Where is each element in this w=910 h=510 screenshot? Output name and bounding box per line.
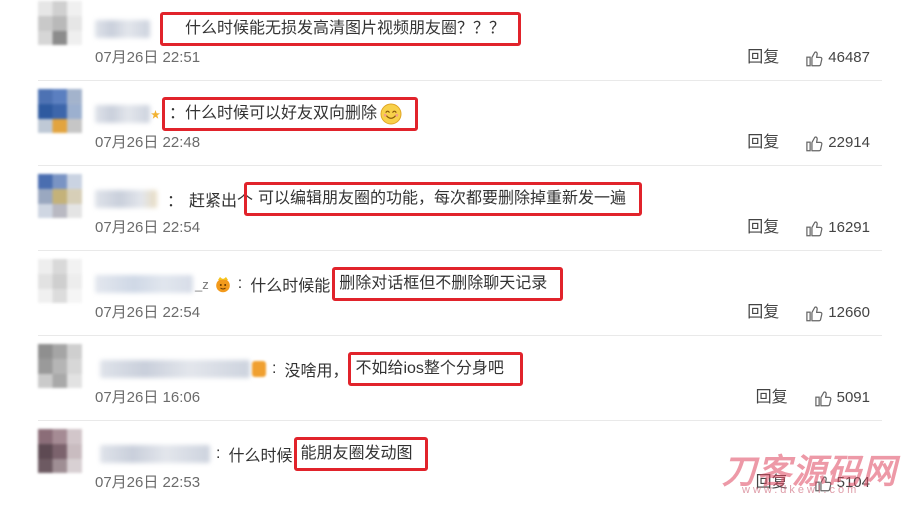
divider xyxy=(38,80,882,81)
comment-text: 什么时候可以好友双向删除 xyxy=(185,105,378,122)
star-badge-icon xyxy=(151,109,160,119)
like-count: 22914 xyxy=(828,134,870,151)
reply-button[interactable]: 回复 xyxy=(756,388,788,408)
divider xyxy=(38,250,882,251)
crown-emoji-icon xyxy=(215,277,230,293)
comment-text: 删除对话框但不删除聊天记录 xyxy=(339,275,548,292)
like-button[interactable]: 16291 xyxy=(805,218,870,238)
thumbs-up-icon xyxy=(805,219,824,238)
avatar[interactable] xyxy=(38,429,82,473)
like-count: 5091 xyxy=(836,389,870,406)
like-count: 46487 xyxy=(828,49,870,66)
comment-text-prefix: 什么时候能 xyxy=(250,278,331,295)
smile-emoji-icon xyxy=(380,103,402,125)
username[interactable] xyxy=(95,105,150,123)
comment-line: : 没啥用， 不如给ios整个分身吧 xyxy=(100,350,523,388)
comment-item: : 没啥用， 不如给ios整个分身吧 07月26日 16:06 回复 5091 xyxy=(0,340,910,425)
thumbs-up-icon xyxy=(805,304,824,323)
highlight-box: 能朋友圈发动图 xyxy=(294,437,429,471)
comment-line: ： 什么时候可以好友双向删除 xyxy=(95,95,419,133)
comment-actions: 回复 16291 xyxy=(747,218,870,238)
username[interactable] xyxy=(95,275,193,293)
like-button[interactable]: 5091 xyxy=(814,388,870,408)
comment-line: ： 赶紧出个 可以编辑朋友圈的功能，每次都要删除掉重新发一遍 xyxy=(95,180,643,218)
comment-text-prefix: 什么时候 xyxy=(228,448,293,465)
thumbs-up-icon xyxy=(814,389,833,408)
reply-button[interactable]: 回复 xyxy=(747,218,779,238)
avatar[interactable] xyxy=(38,344,82,388)
like-button[interactable]: 22914 xyxy=(805,133,870,153)
comment-actions: 回复 5104 xyxy=(756,473,870,493)
like-button[interactable]: 12660 xyxy=(805,303,870,323)
comment-item: 什么时候能无损发高清图片视频朋友圈？？？ 07月26日 22:51 回复 464… xyxy=(0,0,910,85)
like-count: 16291 xyxy=(828,219,870,236)
thumbs-up-icon xyxy=(805,49,824,68)
highlight-box: 不如给ios整个分身吧 xyxy=(348,352,523,386)
username-tail[interactable]: _z xyxy=(195,277,209,292)
highlight-box: 删除对话框但不删除聊天记录 xyxy=(332,267,564,301)
comment-text: 不如给ios整个分身吧 xyxy=(355,360,504,377)
comment-time: 07月26日 22:54 xyxy=(95,304,201,321)
comment-actions: 回复 5091 xyxy=(756,388,870,408)
divider xyxy=(38,335,882,336)
username[interactable] xyxy=(95,20,150,38)
avatar[interactable] xyxy=(38,1,82,45)
like-button[interactable]: 5104 xyxy=(814,473,870,493)
thumbs-up-icon xyxy=(814,474,833,493)
comment-colon: : xyxy=(237,275,243,292)
comment-text-prefix: 没啥用， xyxy=(284,363,349,380)
comment-time: 07月26日 22:54 xyxy=(95,219,201,236)
comment-colon: ： xyxy=(167,193,184,210)
highlight-box: ： 什么时候可以好友双向删除 xyxy=(162,97,419,131)
like-count: 5104 xyxy=(836,474,870,491)
comment-text: 能朋友圈发动图 xyxy=(300,445,413,462)
comment-text: 可以编辑朋友圈的功能，每次都要删除掉重新发一遍 xyxy=(258,190,627,207)
comment-time: 07月26日 16:06 xyxy=(95,389,201,406)
like-button[interactable]: 46487 xyxy=(805,48,870,68)
comment-line: : 什么时候 能朋友圈发动图 xyxy=(100,435,429,473)
comment-actions: 回复 22914 xyxy=(747,133,870,153)
divider xyxy=(38,420,882,421)
comment-item: ： 赶紧出个 可以编辑朋友圈的功能，每次都要删除掉重新发一遍 07月26日 22… xyxy=(0,170,910,255)
username[interactable] xyxy=(100,360,250,378)
orange-emoji-icon xyxy=(252,361,266,377)
comment-colon: : xyxy=(272,360,277,377)
comment-item: ： 什么时候可以好友双向删除 07月26日 22:48 回复 22914 xyxy=(0,85,910,170)
comment-colon: : xyxy=(216,445,221,462)
username[interactable] xyxy=(95,190,157,208)
divider xyxy=(38,165,882,166)
avatar[interactable] xyxy=(38,174,82,218)
comment-text: 什么时候能无损发高清图片视频朋友圈？？？ xyxy=(185,20,506,37)
comment-line: _z : 什么时候能 删除对话框但不删除聊天记录 xyxy=(95,265,564,303)
username[interactable] xyxy=(100,445,210,463)
reply-button[interactable]: 回复 xyxy=(747,303,779,323)
reply-button[interactable]: 回复 xyxy=(747,48,779,68)
reply-button[interactable]: 回复 xyxy=(747,133,779,153)
comment-colon: ： xyxy=(169,105,186,122)
like-count: 12660 xyxy=(828,304,870,321)
comment-time: 07月26日 22:51 xyxy=(95,49,201,66)
comment-time: 07月26日 22:53 xyxy=(95,474,201,491)
comment-line: 什么时候能无损发高清图片视频朋友圈？？？ xyxy=(95,10,522,48)
reply-button[interactable]: 回复 xyxy=(756,473,788,493)
comment-item: _z : 什么时候能 删除对话框但不删除聊天记录 07月26日 22:54 回复… xyxy=(0,255,910,340)
comment-actions: 回复 46487 xyxy=(747,48,870,68)
avatar[interactable] xyxy=(38,259,82,303)
highlight-box: 可以编辑朋友圈的功能，每次都要删除掉重新发一遍 xyxy=(244,182,643,216)
highlight-box: 什么时候能无损发高清图片视频朋友圈？？？ xyxy=(160,12,522,46)
comment-time: 07月26日 22:48 xyxy=(95,134,201,151)
avatar[interactable] xyxy=(38,89,82,133)
thumbs-up-icon xyxy=(805,134,824,153)
comment-item: : 什么时候 能朋友圈发动图 07月26日 22:53 回复 5104 xyxy=(0,425,910,510)
comment-actions: 回复 12660 xyxy=(747,303,870,323)
